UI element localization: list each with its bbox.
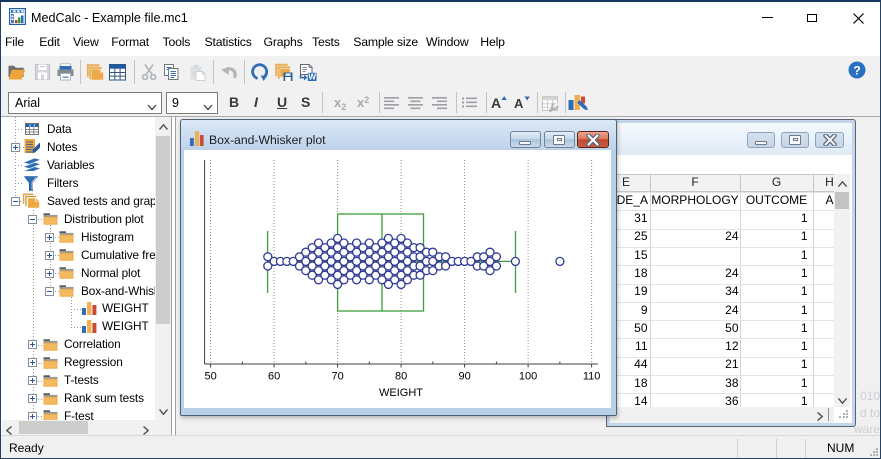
svg-text:70: 70 — [331, 371, 343, 383]
svg-text:?: ? — [853, 64, 860, 78]
svg-text:W: W — [308, 73, 316, 81]
svg-text:A: A — [491, 95, 501, 110]
svg-text:A: A — [514, 96, 524, 110]
svg-text:110: 110 — [583, 371, 601, 383]
svg-text:WEIGHT: WEIGHT — [379, 387, 423, 399]
svg-text:100: 100 — [519, 371, 537, 383]
svg-text:60: 60 — [268, 371, 280, 383]
svg-text:50: 50 — [204, 371, 216, 383]
svg-text:90: 90 — [458, 371, 470, 383]
svg-text:80: 80 — [395, 371, 407, 383]
